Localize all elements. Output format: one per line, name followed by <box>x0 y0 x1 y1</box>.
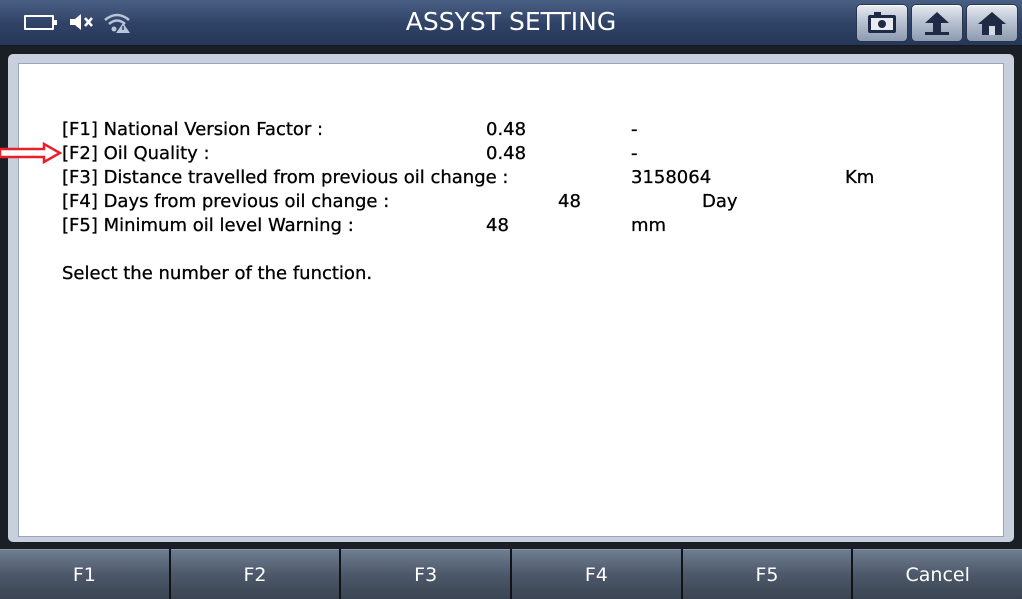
f5-button[interactable]: F5 <box>682 549 852 599</box>
row-f1-unit: - <box>631 119 638 140</box>
row-f2-label: [F2] Oil Quality : <box>62 143 210 164</box>
row-f5-value: 48 <box>486 215 509 236</box>
f1-button[interactable]: F1 <box>0 549 169 599</box>
row-f2-value: 0.48 <box>486 143 527 164</box>
f2-button[interactable]: F2 <box>170 549 340 599</box>
row-f4-unit: Day <box>702 191 738 212</box>
row-f3-unit: Km <box>845 167 875 188</box>
pointer-arrow-icon <box>0 142 62 164</box>
f3-button[interactable]: F3 <box>341 549 511 599</box>
row-f4-value: 48 <box>558 191 581 212</box>
back-icon <box>925 12 949 35</box>
row-f2-unit: - <box>631 143 638 164</box>
f4-button[interactable]: F4 <box>512 549 681 599</box>
home-button[interactable] <box>966 4 1018 42</box>
screenshot-button[interactable] <box>856 4 908 42</box>
row-f3-value: 3158064 <box>631 167 712 188</box>
home-icon <box>978 12 1006 35</box>
row-f4-label: [F4] Days from previous oil change : <box>62 191 390 212</box>
back-button[interactable] <box>911 4 963 42</box>
top-bar: ASSYST SETTING <box>0 0 1022 46</box>
row-f5-label: [F5] Minimum oil level Warning : <box>62 215 354 236</box>
instruction-text: Select the number of the function. <box>62 263 373 284</box>
screenshot-icon <box>868 12 896 33</box>
cancel-button[interactable]: Cancel <box>853 549 1022 599</box>
row-f3-label: [F3] Distance travelled from previous oi… <box>62 167 509 188</box>
content-panel: [F1] National Version Factor : 0.48 - [F… <box>18 63 1004 537</box>
function-key-bar: F1 F2 F3 F4 F5 Cancel <box>0 549 1022 599</box>
row-f1-value: 0.48 <box>486 119 527 140</box>
row-f1-label: [F1] National Version Factor : <box>62 119 324 140</box>
row-f5-unit: mm <box>631 215 667 236</box>
